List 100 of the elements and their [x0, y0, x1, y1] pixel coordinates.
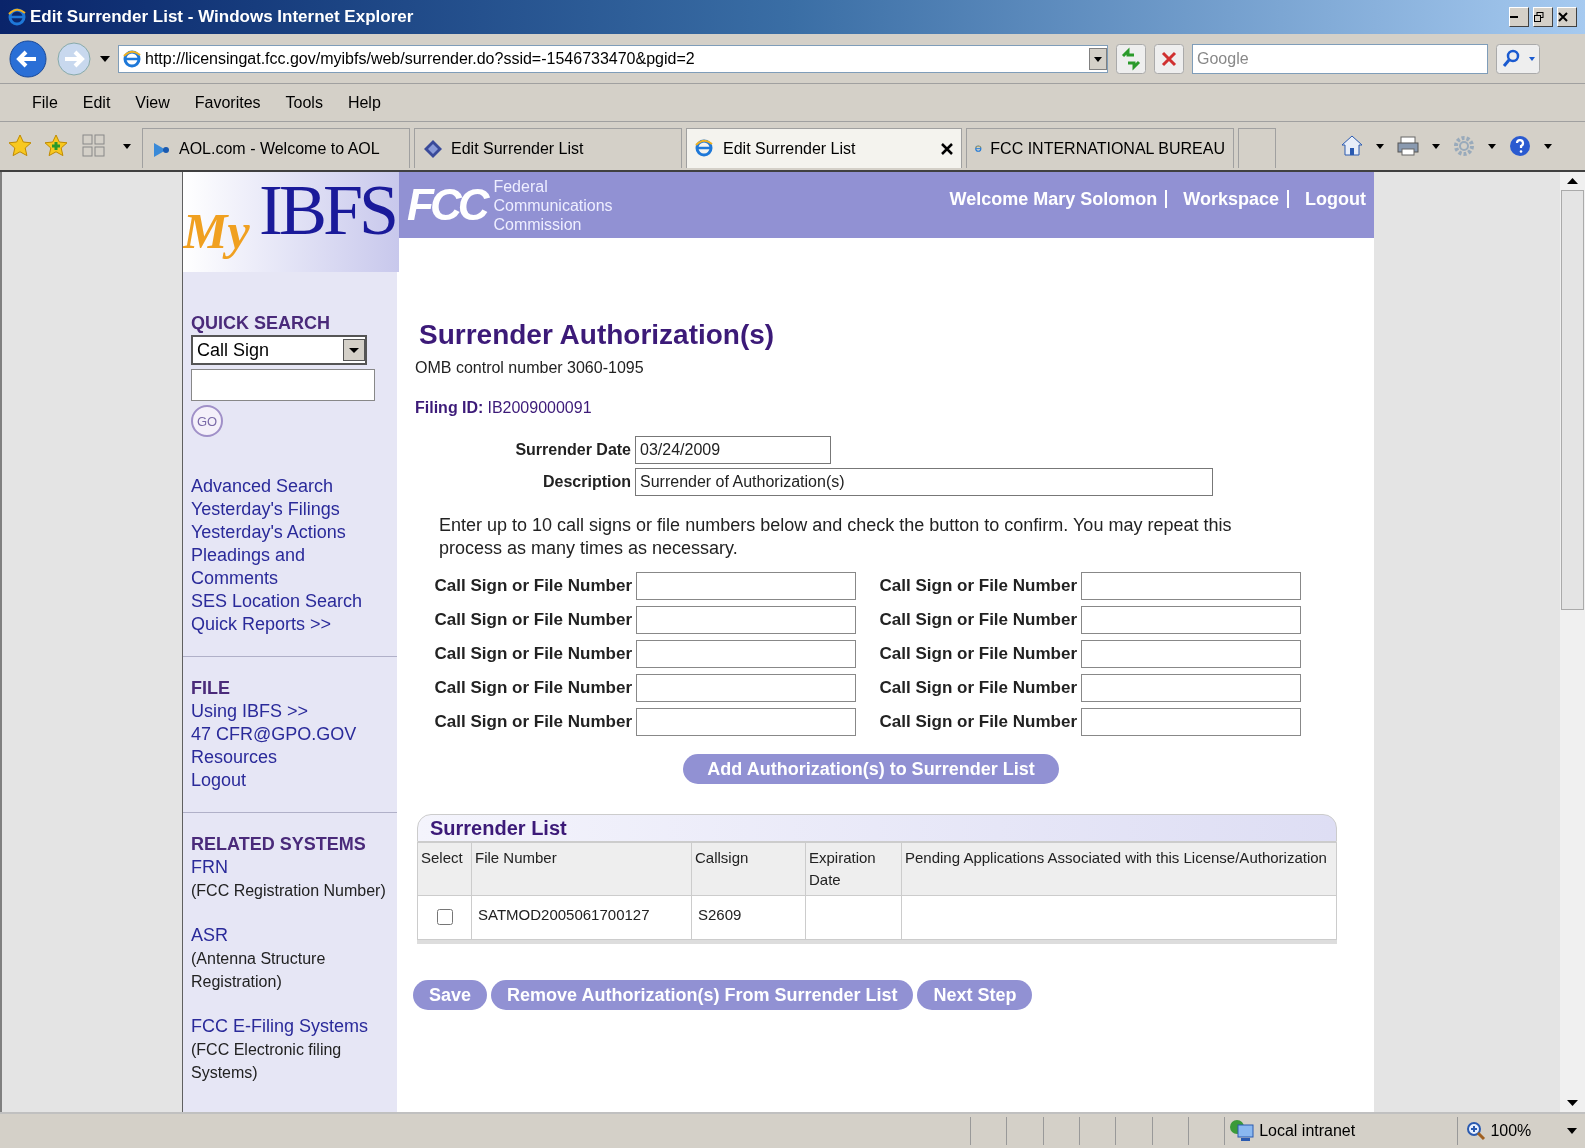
column-header: Callsign	[691, 842, 806, 896]
field-label: Call Sign or File Number	[434, 711, 632, 734]
dropdown-caret-icon	[1567, 1128, 1577, 1134]
close-button[interactable]	[1557, 7, 1577, 27]
section-heading: FILE	[191, 677, 231, 700]
dropdown-caret-icon[interactable]	[1376, 143, 1384, 149]
sidebar-link[interactable]: Using IBFS >>	[191, 700, 309, 723]
diamond-icon	[423, 138, 443, 159]
field-label: Call Sign or File Number	[434, 643, 632, 666]
sidebar-link[interactable]: FCC E-Filing Systems	[191, 1015, 369, 1038]
minimize-button[interactable]	[1509, 7, 1529, 27]
table-cell: S2609	[691, 895, 806, 940]
instructions: Enter up to 10 call signs or file numbers below and check the button to confirm. You may repeat this process as many times as necessary.	[438, 514, 1233, 560]
sidebar-link[interactable]: SES Location Search	[191, 590, 371, 613]
filing-id: IB2009000091	[487, 399, 592, 416]
zoom-icon	[1466, 1121, 1487, 1141]
sidebar-link[interactable]: FRN	[191, 856, 228, 879]
browser-tab[interactable]: Edit Surrender List	[414, 128, 682, 168]
restore-icon	[1534, 12, 1544, 22]
printer-icon[interactable]	[1396, 134, 1420, 158]
dropdown-caret-icon[interactable]	[100, 55, 110, 62]
text-field[interactable]	[636, 708, 856, 736]
add-star-icon[interactable]	[44, 134, 68, 158]
column-header: Expiration Date	[805, 842, 902, 896]
dropdown-caret-icon[interactable]	[343, 339, 365, 361]
text-field[interactable]	[1081, 708, 1301, 736]
sidebar-link[interactable]: Pleadings and Comments	[191, 544, 371, 590]
field-label: Surrender Date	[514, 440, 631, 460]
agency-name: Federal Communications Commission	[493, 176, 613, 234]
close-icon[interactable]	[941, 142, 953, 155]
menu-item[interactable]: View	[135, 90, 170, 115]
panel-title: Surrender List	[417, 814, 1337, 842]
back-icon[interactable]	[8, 38, 48, 79]
address-field[interactable]: http://licensingat.fcc.gov/myibfs/web/surrender.do?ssid=-1546733470&pgid=2	[118, 44, 1108, 73]
menu-item[interactable]: File	[32, 90, 58, 115]
column-header: File Number	[471, 842, 692, 896]
browser-tab[interactable]: FCC INTERNATIONAL BUREAU	[966, 128, 1234, 168]
sidebar-link[interactable]: ASR	[191, 924, 228, 947]
network-icon	[1229, 1119, 1256, 1143]
page-icon	[695, 138, 715, 159]
security-zone: Local intranet	[1259, 1121, 1356, 1141]
text-field[interactable]	[1081, 674, 1301, 702]
menu-item[interactable]: Help	[347, 90, 381, 115]
text-field[interactable]	[1081, 572, 1301, 600]
sidebar-link[interactable]: 47 CFR@GPO.GOV	[191, 723, 357, 746]
home-icon[interactable]	[1340, 134, 1364, 158]
field-label: Call Sign or File Number	[879, 575, 1077, 598]
link-description: (Antenna Structure Registration)	[191, 949, 327, 992]
sidebar-link[interactable]: Advanced Search	[191, 475, 371, 498]
field-label: Call Sign or File Number	[879, 609, 1077, 632]
browser-tab[interactable]: Edit Surrender List	[686, 128, 962, 168]
dropdown-caret-icon[interactable]	[1432, 143, 1440, 149]
sidebar-link[interactable]: Yesterday's Actions	[191, 521, 371, 544]
dropdown-caret-icon[interactable]	[1488, 143, 1496, 149]
text-field[interactable]: 03/24/2009	[635, 436, 831, 464]
row-checkbox[interactable]	[436, 909, 453, 926]
search-icon[interactable]	[1496, 43, 1540, 74]
call-sign-select[interactable]: Call Sign	[191, 335, 367, 365]
text-field[interactable]	[636, 674, 856, 702]
refresh-icon[interactable]	[1116, 43, 1146, 74]
browser-tab[interactable]: AOL.com - Welcome to AOL	[142, 128, 410, 168]
search-field[interactable]	[191, 369, 375, 401]
column-header: Select	[417, 842, 472, 896]
text-field[interactable]	[1081, 640, 1301, 668]
close-icon	[1558, 12, 1568, 22]
text-field[interactable]	[636, 606, 856, 634]
text-field[interactable]	[636, 640, 856, 668]
page-icon	[123, 49, 141, 68]
link-description: (FCC Electronic filing Systems)	[191, 1040, 343, 1083]
go-button[interactable]: GO	[191, 405, 223, 437]
column-header: Pending Applications Associated with this License/Authorization	[901, 842, 1337, 896]
page-title: Surrender Authorization(s)	[418, 318, 776, 352]
zoom-level[interactable]: 100%	[1457, 1117, 1585, 1145]
sidebar-link[interactable]: Logout	[191, 769, 247, 792]
sidebar-link[interactable]: Resources	[191, 746, 278, 769]
filing-id-label: Filing ID:	[415, 399, 484, 416]
table-cell: SATMOD2005061700127	[471, 895, 692, 940]
field-label: Call Sign or File Number	[879, 677, 1077, 700]
field-label: Description	[542, 472, 631, 492]
search-field[interactable]: Google	[1192, 43, 1488, 74]
text-field[interactable]	[636, 572, 856, 600]
sidebar-link[interactable]: Yesterday's Filings	[191, 498, 371, 521]
help-icon[interactable]	[1508, 134, 1532, 158]
dropdown-caret-icon[interactable]	[1544, 143, 1552, 149]
text-field[interactable]	[1081, 606, 1301, 634]
field-label: Call Sign or File Number	[434, 609, 632, 632]
sidebar-link[interactable]: Quick Reports >>	[191, 613, 371, 636]
field-label: Call Sign or File Number	[879, 711, 1077, 734]
dropdown-caret-icon[interactable]	[1089, 47, 1107, 70]
star-icon[interactable]	[8, 134, 32, 158]
section-heading: RELATED SYSTEMS	[191, 833, 367, 856]
omb-number: OMB control number 3060-1095	[414, 358, 645, 378]
text-field[interactable]: Surrender of Authorization(s)	[635, 468, 1213, 496]
menu-item[interactable]: Favorites	[194, 90, 261, 115]
section-heading: QUICK SEARCH	[191, 312, 331, 335]
fcc-logo: FCC	[407, 183, 486, 227]
restore-button[interactable]	[1533, 7, 1553, 27]
scrollbar[interactable]	[1560, 172, 1585, 1112]
menu-item[interactable]: Tools	[285, 90, 323, 115]
menu-item[interactable]: Edit	[82, 90, 111, 115]
